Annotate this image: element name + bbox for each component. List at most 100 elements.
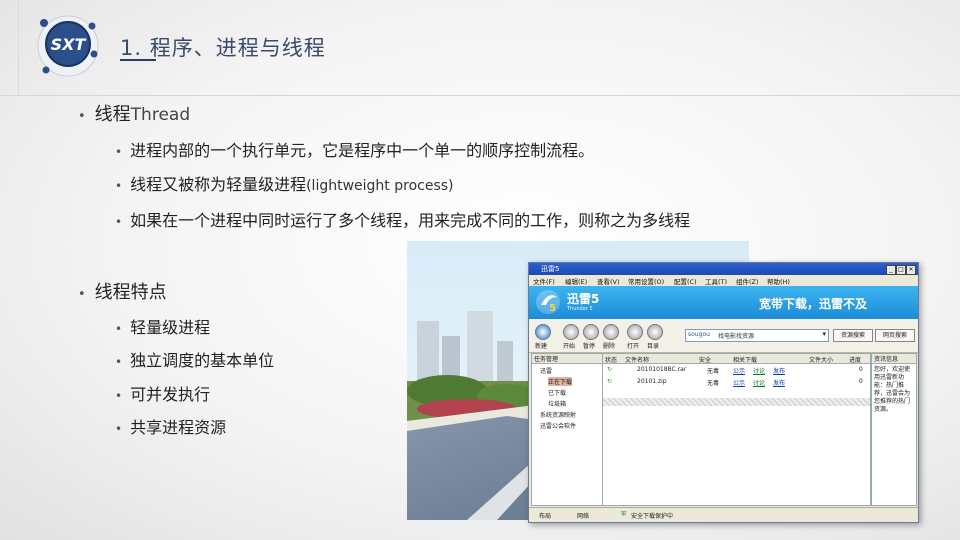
thread-item-3: 如果在一个进程中同时运行了多个线程，用来完成不同的工作，则称之为多线程 (130, 211, 691, 230)
pause-icon[interactable] (583, 324, 599, 340)
tree-item-system[interactable]: 系统资源映射 (540, 410, 576, 419)
col-progress[interactable]: 进度 (849, 355, 861, 364)
table-row[interactable]: ↻ 20101018BC.rar 无毒 公示 讨论 发布 0 (603, 365, 870, 375)
slide: SXT 1. 程序、进程与线程 • 线程Thread • 进程内部的一个执行单元，它… (0, 0, 960, 540)
shield-icon: ⛨ (621, 510, 627, 518)
page-title: 1. 程序、进程与线程 (120, 36, 326, 60)
bullet-dot: • (78, 287, 86, 302)
menu-view[interactable]: 查看(V) (597, 276, 620, 286)
menu-components[interactable]: 组件(Z) (736, 276, 759, 286)
task-list-header: 状态 文件名称 安全 相关下载 文件大小 进度 (603, 354, 870, 364)
row-security: 无毒 (707, 380, 720, 387)
menu-tools[interactable]: 工具(T) (705, 276, 727, 286)
start-icon[interactable] (563, 324, 579, 340)
bullet-dot: • (115, 215, 123, 229)
feature-item-1: 轻量级进程 (130, 318, 211, 337)
bullet-thread: • 线程Thread (78, 100, 190, 126)
heading-thread: 线程 (94, 104, 131, 125)
header-divider-vertical (18, 0, 19, 96)
row-link-3[interactable]: 发布 (773, 378, 785, 387)
col-security[interactable]: 安全 (699, 355, 711, 364)
tree-item-thunder[interactable]: 迅雷 (540, 366, 552, 375)
bullet-dot: • (115, 145, 123, 159)
bullet-thread-item-2: • 线程又被称为轻量级进程(lightweight process) (115, 171, 454, 195)
bullet-feature-2: • 独立调度的基本单位 (115, 347, 274, 371)
news-header: 资讯信息 (872, 354, 916, 364)
tree-item-downloading[interactable]: 正在下载 (548, 377, 573, 386)
bullet-thread-item-3: • 如果在一个进程中同时运行了多个线程，用来完成不同的工作，则称之为多线程 (115, 207, 690, 231)
tree-item-software[interactable]: 迅雷公会软件 (540, 421, 576, 430)
row-link-2[interactable]: 讨论 (753, 366, 765, 375)
chevron-down-icon[interactable]: ▾ (822, 330, 826, 338)
menu-edit[interactable]: 编辑(E) (565, 276, 587, 286)
minimize-button[interactable]: _ (886, 265, 896, 275)
row-progress: 0 (859, 366, 863, 373)
task-tree-header: 任务管理 (532, 354, 602, 364)
search-input[interactable]: sougou 找电影找资源 ▾ (685, 329, 829, 342)
delete-icon[interactable] (603, 324, 619, 340)
col-size[interactable]: 文件大小 (809, 355, 833, 364)
task-tree-pane: 任务管理 迅雷 正在下载 已下载 垃圾箱 系统资源映射 迅雷公会软件 (531, 353, 603, 506)
horizontal-scrollbar[interactable] (603, 398, 870, 406)
toolbar-start-label: 开始 (563, 343, 576, 350)
heading-features: 线程特点 (94, 282, 167, 303)
status-safe-download: 安全下载保护中 (631, 513, 674, 520)
close-button[interactable]: × (906, 265, 916, 275)
thunder-window[interactable]: 迅雷5 _ □ × 文件(F) 编辑(E) 查看(V) 常用设置(O) 配置(C… (528, 262, 919, 523)
svg-text:5: 5 (549, 303, 556, 314)
row-link-3[interactable]: 发布 (773, 366, 785, 375)
sxt-logo: SXT (37, 15, 99, 77)
window-title: 迅雷5 (541, 265, 560, 273)
maximize-button[interactable]: □ (896, 265, 906, 275)
bullet-thread-item-1: • 进程内部的一个执行单元，它是程序中一个单一的顺序控制流程。 (115, 137, 594, 161)
bullet-dot: • (115, 389, 123, 403)
toolbar-pause-label: 暂停 (583, 343, 596, 350)
toolbar: 新建 开始 暂停 删除 打开 目录 sougou 找电影找资源 ▾ 资源搜索 网… (529, 319, 918, 353)
col-filename[interactable]: 文件名称 (625, 355, 649, 364)
status-layout[interactable]: 布局 (539, 511, 551, 520)
row-filename: 20101018BC.rar (637, 366, 687, 373)
row-link-1[interactable]: 公示 (733, 378, 745, 387)
bullet-dot: • (115, 322, 123, 336)
menu-config[interactable]: 配置(C) (674, 276, 697, 286)
logo-text: SXT (51, 35, 87, 54)
thunder-logo-icon: 5 (536, 290, 560, 314)
search-engine: sougou (688, 331, 710, 338)
status-network[interactable]: 网络 (577, 511, 589, 520)
window-titlebar[interactable]: 迅雷5 _ □ × (529, 263, 918, 275)
col-related[interactable]: 相关下载 (733, 355, 757, 364)
row-link-2[interactable]: 讨论 (753, 378, 765, 387)
web-search-button[interactable]: 网页搜索 (875, 329, 915, 342)
tree-item-trash[interactable]: 垃圾箱 (548, 399, 566, 408)
folder-icon[interactable] (647, 324, 663, 340)
bullet-dot: • (78, 109, 86, 124)
feature-item-3: 可并发执行 (130, 385, 211, 404)
menu-settings[interactable]: 常用设置(O) (628, 276, 664, 286)
tree-item-downloaded[interactable]: 已下载 (548, 388, 566, 397)
open-icon[interactable] (627, 324, 643, 340)
new-task-icon[interactable] (535, 324, 551, 340)
refresh-icon: ↻ (607, 378, 613, 385)
table-row[interactable]: ↻ 20101.zip 无毒 公示 讨论 发布 0 (603, 377, 870, 387)
bullet-feature-3: • 可并发执行 (115, 381, 210, 405)
menu-help[interactable]: 帮助(H) (767, 276, 790, 286)
bullet-features: • 线程特点 (78, 278, 167, 304)
feature-item-4: 共享进程资源 (130, 418, 227, 437)
row-filename: 20101.zip (637, 378, 667, 385)
menu-file[interactable]: 文件(F) (533, 276, 555, 286)
col-status[interactable]: 状态 (605, 355, 617, 364)
row-security: 无毒 (707, 368, 720, 375)
refresh-icon: ↻ (607, 366, 613, 373)
thread-item-1: 进程内部的一个执行单元，它是程序中一个单一的顺序控制流程。 (130, 141, 595, 160)
menu-bar: 文件(F) 编辑(E) 查看(V) 常用设置(O) 配置(C) 工具(T) 组件… (529, 275, 918, 286)
toolbar-folder-label: 目录 (647, 343, 660, 350)
search-text: 找电影找资源 (718, 333, 755, 340)
row-progress: 0 (859, 378, 863, 385)
resource-search-button[interactable]: 资源搜索 (833, 329, 873, 342)
row-link-1[interactable]: 公示 (733, 366, 745, 375)
heading-thread-en: Thread (130, 105, 191, 125)
bullet-dot: • (115, 422, 123, 436)
bullet-feature-1: • 轻量级进程 (115, 314, 210, 338)
banner-brand: 迅雷5 (567, 292, 600, 306)
banner-brand-sub: Thunder 5 (567, 306, 593, 312)
